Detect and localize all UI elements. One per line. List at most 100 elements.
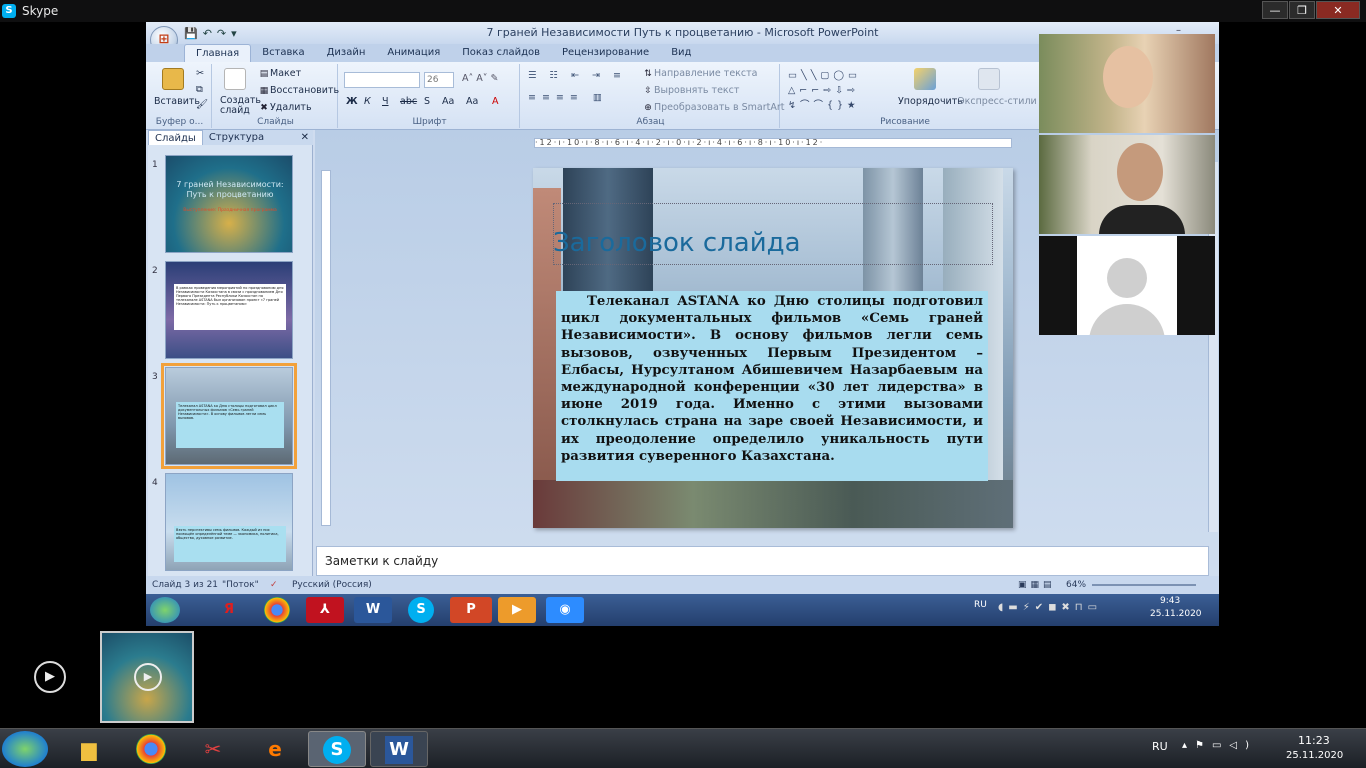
- screen-share-preview[interactable]: ▶: [100, 631, 194, 723]
- yandex-icon[interactable]: Я: [210, 597, 248, 623]
- chrome-taskbar-icon[interactable]: [124, 731, 178, 767]
- pdf-icon[interactable]: ⅄: [306, 597, 344, 623]
- participant-video-3[interactable]: [1039, 236, 1215, 335]
- close-button[interactable]: ✕: [1316, 1, 1360, 19]
- play-icon[interactable]: ▶: [34, 661, 66, 693]
- word-icon[interactable]: W: [354, 597, 392, 623]
- skype-taskbar-icon[interactable]: S: [408, 597, 434, 623]
- clipboard-group-label: Буфер о...: [155, 117, 204, 127]
- tab-outline[interactable]: Структура: [203, 130, 270, 145]
- vertical-ruler: [321, 170, 331, 526]
- arrange-button[interactable]: Упорядочить: [898, 96, 963, 107]
- bold-button[interactable]: Ж: [346, 96, 358, 107]
- tab-slides[interactable]: Слайды: [148, 130, 203, 145]
- shapes-gallery[interactable]: ▭╲╲▢◯▭ △⌐⌐⇨⇩⇨ ↯⌒⌒{}★: [788, 68, 888, 113]
- skype-taskbar-button[interactable]: S: [308, 731, 366, 767]
- start-orb-icon[interactable]: [150, 597, 180, 623]
- quick-access-toolbar: 💾 ↶ ↷ ▾: [184, 27, 237, 40]
- smartart-label: Преобразовать в SmartArt: [654, 102, 785, 113]
- copy-icon[interactable]: ⧉: [196, 84, 203, 95]
- chrome-icon[interactable]: [264, 597, 290, 623]
- slide-body-text[interactable]: Телеканал ASTANA ко Дню столицы подготов…: [556, 291, 988, 481]
- format-painter-icon[interactable]: 🖌: [196, 99, 208, 110]
- current-slide[interactable]: Заголовок слайда Телеканал ASTANA ко Дню…: [533, 168, 1013, 528]
- word-taskbar-button[interactable]: W: [370, 731, 428, 767]
- font-color-icon[interactable]: A: [492, 96, 499, 107]
- skype-icon: S: [2, 4, 16, 18]
- qat-dropdown-icon[interactable]: ▾: [231, 27, 237, 40]
- language-status[interactable]: Русский (Россия): [292, 576, 372, 594]
- language-indicator[interactable]: RU: [1152, 740, 1168, 753]
- strikethrough-button[interactable]: abc: [400, 96, 417, 107]
- underline-button[interactable]: Ч: [382, 96, 389, 107]
- grow-shrink-font-icons[interactable]: A˄ A˅ ✎: [462, 73, 499, 84]
- participant-face: [1103, 46, 1153, 108]
- layout-button[interactable]: ▤ Макет: [258, 68, 301, 80]
- paste-button[interactable]: Вставить: [154, 96, 200, 107]
- quick-styles-icon: [978, 68, 1000, 90]
- maximize-button[interactable]: ❐: [1289, 1, 1315, 19]
- list-buttons[interactable]: ☰ ☷ ⇤ ⇥ ≡: [528, 70, 626, 81]
- powerpoint-taskbar-icon[interactable]: P: [450, 597, 492, 623]
- tab-slideshow[interactable]: Показ слайдов: [451, 44, 551, 62]
- text-direction-button[interactable]: ⇅ Направление текста: [642, 68, 758, 80]
- cut-icon[interactable]: ✂: [196, 68, 204, 79]
- video-tiles: [1039, 34, 1215, 335]
- delete-slide-button[interactable]: ✖ Удалить: [258, 102, 311, 114]
- close-panel-icon[interactable]: ✕: [301, 130, 313, 145]
- zoom-slider[interactable]: [1092, 584, 1196, 586]
- tray-icons[interactable]: ▴⚑▭◁): [1182, 740, 1257, 751]
- slide-thumb-4[interactable]: Взять перспективы семь фильмов. Каждый и…: [165, 473, 293, 571]
- font-group-label: Шрифт: [412, 117, 447, 127]
- start-button-icon[interactable]: [2, 731, 48, 767]
- change-case-button[interactable]: Aa: [466, 96, 478, 107]
- font-size-select[interactable]: 26: [424, 72, 454, 88]
- tab-view[interactable]: Вид: [660, 44, 702, 62]
- smartart-button[interactable]: ⊕ Преобразовать в SmartArt: [642, 102, 784, 114]
- reset-button[interactable]: ▦ Восстановить: [258, 85, 339, 97]
- align-text-button[interactable]: ⇳ Выровнять текст: [642, 85, 739, 97]
- windows-taskbar: ▆ ✂ e S W RU ▴⚑▭◁) 11:23 25.11.2020: [0, 728, 1366, 768]
- explorer-icon[interactable]: ▆: [62, 731, 116, 767]
- inner-tray-icons[interactable]: ◖▬⚡✔◼✖⊓▭: [998, 602, 1102, 613]
- notes-pane[interactable]: Заметки к слайду: [316, 546, 1209, 576]
- save-icon[interactable]: 💾: [184, 27, 198, 40]
- paint-icon[interactable]: ✂: [186, 731, 240, 767]
- preview-play-icon[interactable]: ▶: [134, 663, 162, 691]
- slide-thumb-2[interactable]: В рамках проведения мероприятий по празд…: [165, 261, 293, 359]
- tab-insert[interactable]: Вставка: [251, 44, 315, 62]
- thumb-number: 1: [152, 160, 158, 170]
- italic-button[interactable]: К: [364, 96, 371, 107]
- quick-styles-button[interactable]: Экспресс-стили: [958, 96, 1037, 107]
- minimize-button[interactable]: —: [1262, 1, 1288, 19]
- participant-video-1[interactable]: [1039, 34, 1215, 133]
- undo-icon[interactable]: ↶: [203, 27, 212, 40]
- slide-counter: Слайд 3 из 21: [152, 580, 219, 590]
- inner-language[interactable]: RU: [974, 600, 987, 610]
- tab-home[interactable]: Главная: [184, 44, 252, 62]
- tab-animation[interactable]: Анимация: [376, 44, 451, 62]
- participant-video-2[interactable]: [1039, 135, 1215, 234]
- spacing-button[interactable]: Аа: [442, 96, 454, 107]
- paragraph-group: ☰ ☷ ⇤ ⇥ ≡ ≡≡≡≡ ▥ ⇅ Направление текста ⇳ Вы…: [522, 64, 784, 128]
- panel-tabs: Слайды Структура ✕: [148, 130, 313, 145]
- text-direction-label: Направление текста: [654, 68, 758, 79]
- alignment-buttons[interactable]: ≡≡≡≡ ▥: [528, 92, 608, 103]
- horizontal-ruler: ·12·ı·10·ı·8·ı·6·ı·4·ı·2·ı·0·ı·2·ı·4·ı·6…: [534, 138, 1012, 148]
- firefox-icon[interactable]: e: [248, 731, 302, 767]
- slide-thumb-3-selected[interactable]: Телеканал ASTANA ко Дню столицы подготов…: [161, 363, 297, 469]
- new-slide-button[interactable]: Создать слайд: [220, 96, 261, 116]
- view-buttons[interactable]: ▣▦▤: [1018, 576, 1056, 594]
- tab-design[interactable]: Дизайн: [316, 44, 377, 62]
- slide-thumb-1[interactable]: 7 граней Независимости: Путь к процветан…: [165, 155, 293, 253]
- redo-icon[interactable]: ↷: [217, 27, 226, 40]
- slide-title[interactable]: Заголовок слайда: [553, 228, 801, 258]
- shadow-button[interactable]: S: [424, 96, 430, 107]
- spellcheck-icon[interactable]: ✓: [270, 576, 278, 594]
- tab-review[interactable]: Рецензирование: [551, 44, 660, 62]
- font-group: 26 A˄ A˅ ✎ Ж К Ч abc S Аа Aa A Шрифт: [340, 64, 520, 128]
- media-player-icon[interactable]: ▶: [498, 597, 536, 623]
- zoom-icon[interactable]: ◉: [546, 597, 584, 623]
- font-name-select[interactable]: [344, 72, 420, 88]
- avatar-head-icon: [1107, 258, 1147, 298]
